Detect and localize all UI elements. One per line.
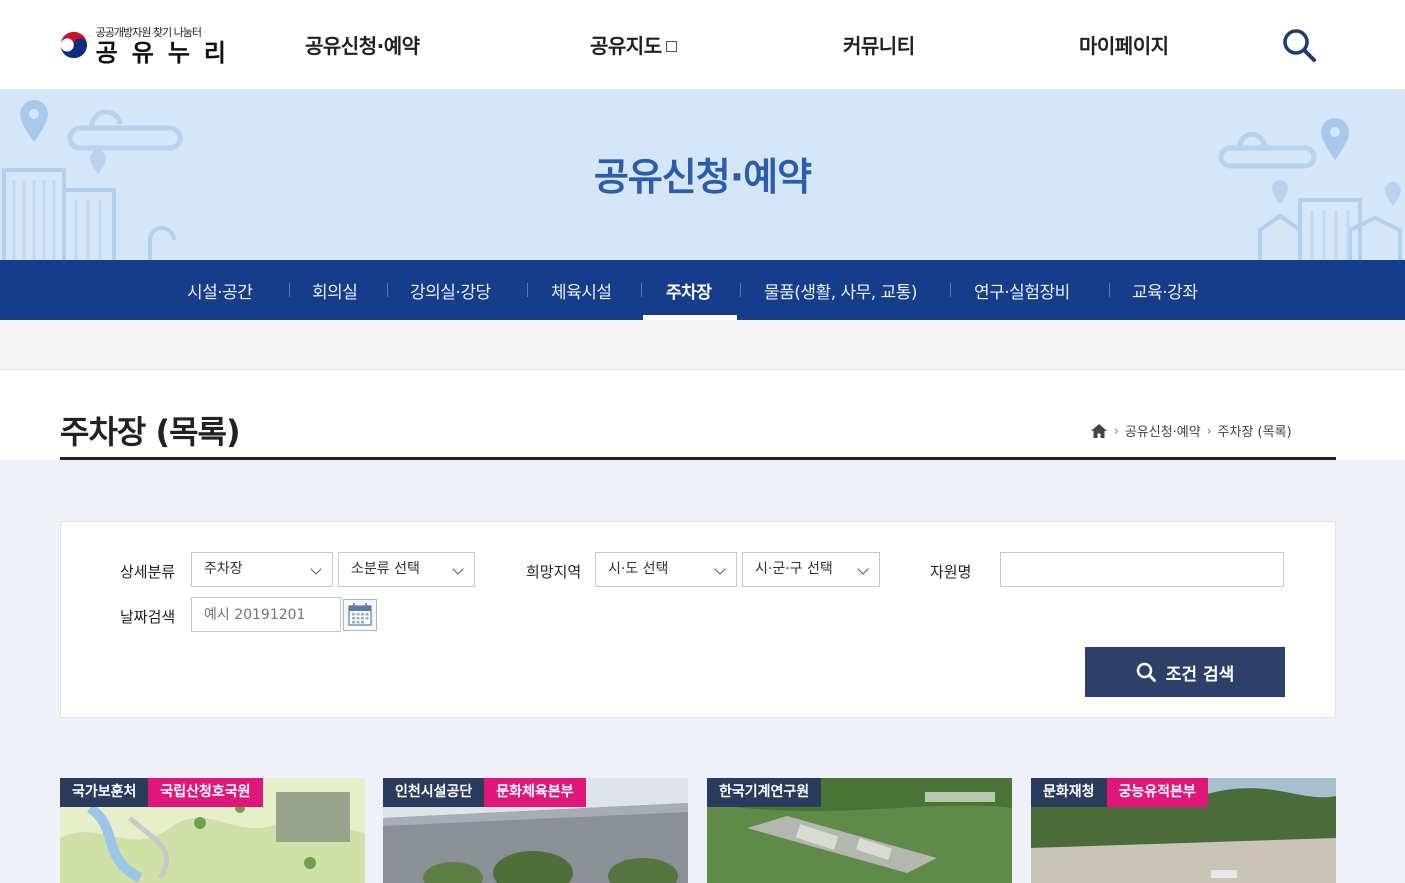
subcategory-select-value: 소분류 선택	[351, 561, 420, 577]
tab-goods[interactable]: 물품(생활, 사무, 교통)	[764, 278, 918, 303]
region-label: 희망지역	[526, 563, 582, 581]
chevron-down-icon	[857, 563, 869, 575]
nav-mypage[interactable]: 마이페이지	[1079, 30, 1169, 59]
tab-divider	[950, 283, 951, 297]
search-icon	[1136, 662, 1156, 682]
tab-divider	[527, 283, 528, 297]
external-link-icon	[665, 41, 677, 52]
tab-divider	[740, 283, 741, 297]
tab-parking[interactable]: 주차장	[666, 278, 712, 303]
chevron-down-icon	[310, 563, 322, 575]
card-tags: 한국기계연구원	[707, 778, 822, 807]
date-search-label: 날짜검색	[120, 608, 176, 626]
subcategory-select[interactable]: 소분류 선택	[338, 552, 475, 587]
card-tags: 인천시설공단 문화체육본부	[383, 778, 586, 807]
sigungu-select-value: 시·군·구 선택	[755, 561, 833, 577]
chevron-down-icon	[452, 563, 464, 575]
site-header: 공공개방자원 찾기 나눔터 공유누리 공유신청·예약 공유지도 커뮤니티 마이페…	[0, 0, 1405, 90]
banner-title: 공유신청·예약	[593, 155, 812, 199]
card-organization-tag: 국가보훈처	[60, 778, 149, 807]
breadcrumb: › 공유신청·예약 › 주차장 (목록)	[1090, 421, 1292, 440]
tab-meeting-room[interactable]: 회의실	[312, 278, 358, 303]
page-title: 주차장 (목록)	[60, 413, 241, 451]
resource-card[interactable]: 문화재청 궁능유적본부	[1031, 778, 1336, 883]
nav-share-map-label: 공유지도	[590, 34, 662, 58]
card-department-tag: 궁능유적본부	[1106, 778, 1208, 807]
nav-share-map[interactable]: 공유지도	[590, 30, 677, 59]
card-tags: 국가보훈처 국립산청호국원	[60, 778, 263, 807]
nav-community[interactable]: 커뮤니티	[843, 30, 915, 59]
tab-facility-space[interactable]: 시설·공간	[187, 278, 253, 303]
category-select-value: 주차장	[204, 561, 243, 577]
search-icon[interactable]	[1281, 27, 1317, 63]
tab-divider	[387, 283, 388, 297]
card-tags: 문화재청 궁능유적본부	[1031, 778, 1208, 807]
page-banner: 공유신청·예약	[0, 90, 1405, 260]
nav-share-reservation[interactable]: 공유신청·예약	[305, 30, 420, 59]
tab-divider	[641, 283, 642, 297]
card-organization-tag: 인천시설공단	[383, 778, 485, 807]
chevron-right-icon: ›	[1114, 423, 1119, 438]
resource-card[interactable]: 인천시설공단 문화체육본부	[383, 778, 688, 883]
resource-name-label: 자원명	[930, 563, 972, 581]
card-organization-tag: 문화재청	[1031, 778, 1107, 807]
breadcrumb-current: 주차장 (목록)	[1217, 425, 1292, 440]
sido-select[interactable]: 시·도 선택	[595, 552, 737, 587]
condition-search-label: 조건 검색	[1165, 664, 1235, 685]
calendar-icon	[348, 603, 372, 626]
tab-research-equipment[interactable]: 연구·실험장비	[974, 278, 1070, 303]
detail-category-label: 상세분류	[120, 563, 176, 581]
sido-select-value: 시·도 선택	[608, 561, 669, 577]
resource-card[interactable]: 국가보훈처 국립산청호국원	[60, 778, 365, 883]
breadcrumb-share-reservation[interactable]: 공유신청·예약	[1125, 421, 1201, 440]
sigungu-select[interactable]: 시·군·구 선택	[742, 552, 880, 587]
tab-divider	[1109, 283, 1110, 297]
tab-divider	[289, 283, 290, 297]
main-navigation: 공유신청·예약 공유지도 커뮤니티 마이페이지	[0, 0, 1405, 90]
title-area: 주차장 (목록) › 공유신청·예약 › 주차장 (목록)	[0, 371, 1405, 460]
resource-card[interactable]: 한국기계연구원	[707, 778, 1012, 883]
card-department-tag: 문화체육본부	[484, 778, 586, 807]
card-department-tag: 국립산청호국원	[148, 778, 263, 807]
spacer-band	[0, 320, 1405, 370]
tab-lecture-hall[interactable]: 강의실·강당	[410, 278, 491, 303]
tab-sports-facility[interactable]: 체육시설	[551, 278, 612, 303]
condition-search-button[interactable]: 조건 검색	[1085, 647, 1285, 697]
chevron-down-icon	[714, 563, 726, 575]
date-input[interactable]	[191, 597, 341, 632]
chevron-right-icon: ›	[1206, 423, 1212, 438]
resource-name-input[interactable]	[1000, 552, 1284, 587]
category-select[interactable]: 주차장	[191, 552, 333, 587]
tab-education[interactable]: 교육·강좌	[1132, 278, 1198, 303]
category-tabs: 시설·공간 회의실 강의실·강당 체육시설 주차장 물품(생활, 사무, 교통)…	[0, 260, 1405, 320]
calendar-button[interactable]	[343, 599, 377, 631]
home-icon[interactable]	[1090, 423, 1108, 439]
card-organization-tag: 한국기계연구원	[707, 778, 822, 807]
